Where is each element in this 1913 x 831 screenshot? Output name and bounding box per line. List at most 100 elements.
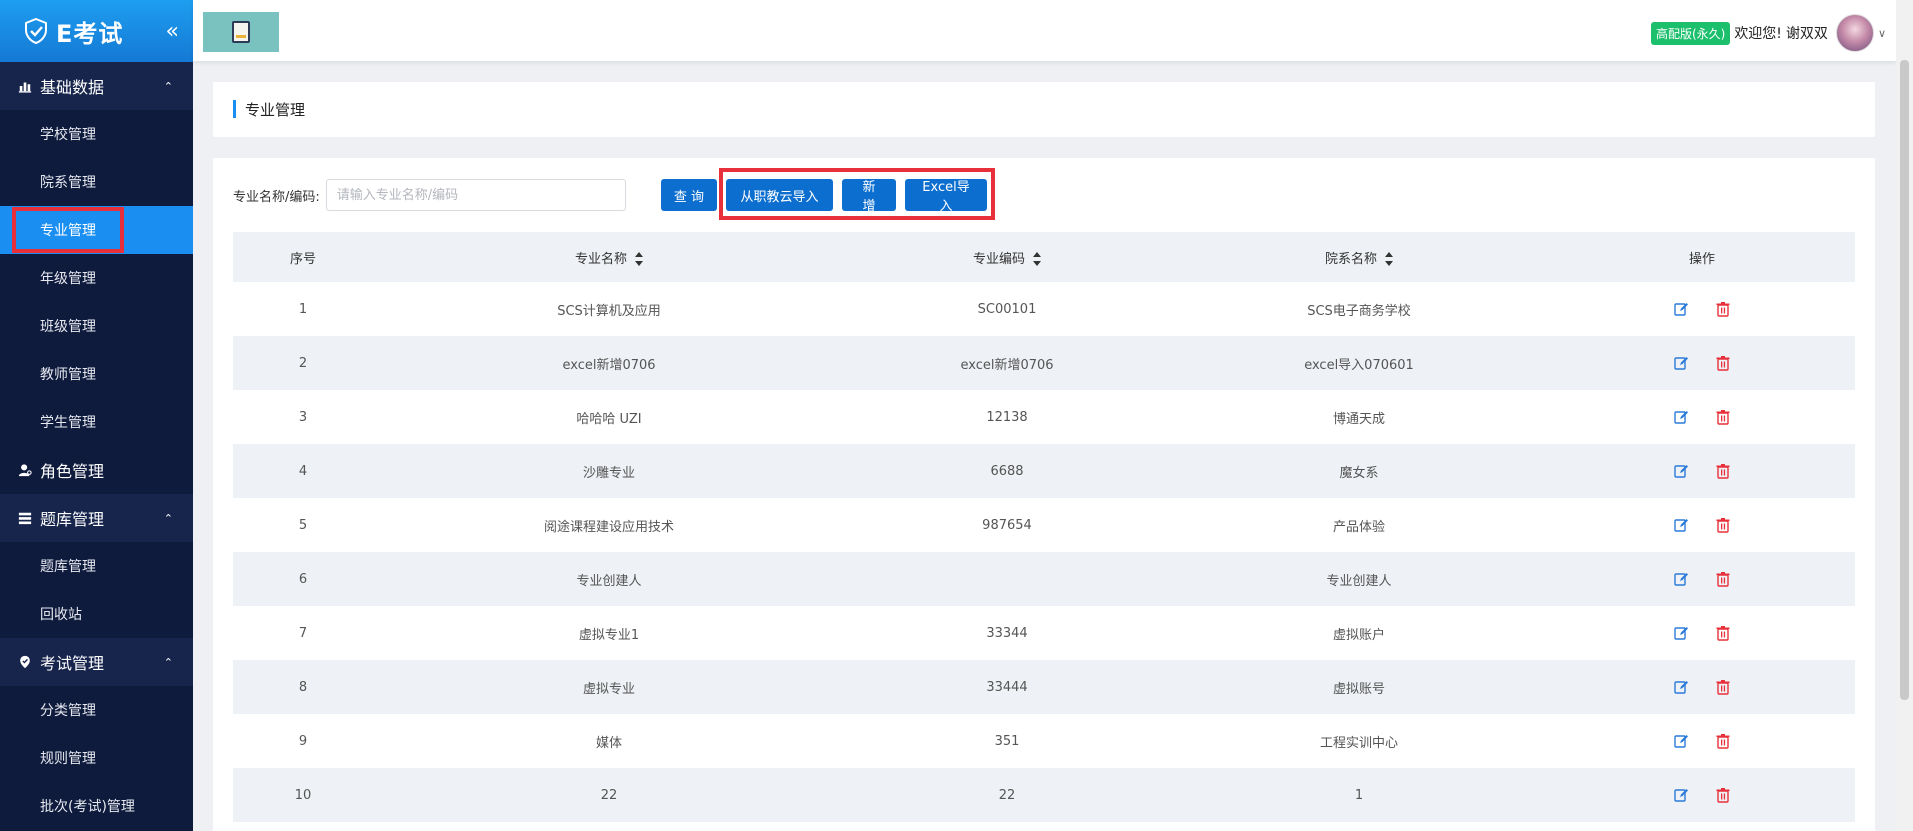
- sidebar-group-label: 题库管理: [40, 510, 105, 529]
- edit-icon[interactable]: [1673, 409, 1689, 425]
- sidebar-item[interactable]: 题库管理: [0, 542, 193, 590]
- edit-icon[interactable]: [1673, 571, 1689, 587]
- sidebar-item[interactable]: 班级管理: [0, 302, 193, 350]
- edit-icon[interactable]: [1673, 355, 1689, 371]
- search-input[interactable]: [325, 179, 626, 211]
- query-button[interactable]: 查 询: [661, 179, 717, 211]
- table-row: 10 22 22 1: [233, 768, 1855, 822]
- col-header-dept-label: 院系名称: [1324, 251, 1377, 267]
- table-row: 7 虚拟专业1 33344 虚拟账户: [233, 606, 1855, 660]
- cell-index: 10: [294, 787, 312, 803]
- trash-icon[interactable]: [1715, 625, 1731, 641]
- sidebar-group-1[interactable]: 角色管理: [0, 446, 193, 494]
- trash-icon[interactable]: [1715, 517, 1731, 533]
- edit-icon[interactable]: [1673, 463, 1689, 479]
- edit-icon[interactable]: [1673, 679, 1689, 695]
- trash-icon[interactable]: [1715, 571, 1731, 587]
- user-role-icon: [18, 462, 34, 478]
- cell-actions: [1549, 733, 1855, 749]
- chevron-up-icon: ⌃: [163, 79, 173, 93]
- sidebar-item[interactable]: 回收站: [0, 590, 193, 638]
- cell-code: 33344: [986, 625, 1028, 641]
- table-header: 序号 专业名称 专业编码 院系名称 操作: [233, 232, 1855, 282]
- cell-code: 987654: [982, 517, 1032, 533]
- sidebar-item[interactable]: 规则管理: [0, 734, 193, 782]
- import-from-cloud-button[interactable]: 从职教云导入: [726, 179, 833, 211]
- app-thumbnail[interactable]: [203, 12, 279, 52]
- col-header-index: 序号: [289, 251, 316, 267]
- location-pin-icon: [18, 654, 34, 670]
- table-row: 8 虚拟专业 33444 虚拟账号: [233, 660, 1855, 714]
- excel-import-button[interactable]: Excel导入: [905, 179, 987, 214]
- sidebar-group-0[interactable]: 基础数据 ⌃: [0, 62, 193, 110]
- cell-code: SC00101: [977, 301, 1037, 317]
- trash-icon[interactable]: [1715, 787, 1731, 803]
- cell-dept: SCS电子商务学校: [1307, 303, 1411, 319]
- col-header-actions: 操作: [1688, 251, 1715, 267]
- cell-code: 351: [994, 733, 1020, 749]
- cell-index: 3: [298, 409, 308, 425]
- scrollbar-thumb[interactable]: [1900, 60, 1909, 700]
- edit-icon[interactable]: [1673, 625, 1689, 641]
- sidebar-item[interactable]: 年级管理: [0, 254, 193, 302]
- sidebar-item[interactable]: 教师管理: [0, 350, 193, 398]
- sidebar-item[interactable]: 专业管理: [0, 206, 193, 254]
- trash-icon[interactable]: [1715, 733, 1731, 749]
- cell-actions: [1549, 409, 1855, 425]
- brand-logo: E考试 «: [0, 0, 193, 62]
- chevron-down-icon[interactable]: ∨: [1878, 27, 1886, 40]
- cell-code: 6688: [990, 463, 1024, 479]
- cell-actions: [1549, 463, 1855, 479]
- list-icon: [18, 510, 34, 526]
- trash-icon[interactable]: [1715, 409, 1731, 425]
- cell-actions: [1549, 301, 1855, 317]
- sidebar-group-3[interactable]: 考试管理 ⌃: [0, 638, 193, 686]
- sidebar-item[interactable]: 学生管理: [0, 398, 193, 446]
- sort-icon[interactable]: [1385, 252, 1393, 266]
- trash-icon[interactable]: [1715, 355, 1731, 371]
- cell-actions: [1549, 787, 1855, 803]
- cell-name: 媒体: [595, 735, 622, 751]
- trash-icon[interactable]: [1715, 301, 1731, 317]
- sort-icon[interactable]: [635, 252, 643, 266]
- cell-name: 专业创建人: [576, 573, 642, 589]
- edit-icon[interactable]: [1673, 517, 1689, 533]
- sidebar-group-label: 考试管理: [40, 654, 105, 673]
- plan-badge: 高配版(永久): [1650, 21, 1731, 45]
- page-title-card: 专业管理: [213, 82, 1875, 137]
- sidebar-item[interactable]: 分类管理: [0, 686, 193, 734]
- sidebar-item[interactable]: 批次(考试)管理: [0, 782, 193, 830]
- trash-icon[interactable]: [1715, 679, 1731, 695]
- sidebar-item[interactable]: 学校管理: [0, 110, 193, 158]
- trash-icon[interactable]: [1715, 463, 1731, 479]
- table-row: 6 专业创建人 专业创建人: [233, 552, 1855, 606]
- add-button[interactable]: 新 增: [842, 179, 896, 214]
- cell-dept: 工程实训中心: [1319, 735, 1398, 751]
- shield-check-icon: [25, 17, 47, 45]
- sidebar-group-2[interactable]: 题库管理 ⌃: [0, 494, 193, 542]
- table-body: 1 SCS计算机及应用 SC00101 SCS电子商务学校 2 excel新增0706 ex…: [233, 282, 1855, 822]
- avatar[interactable]: [1835, 14, 1874, 52]
- sort-icon[interactable]: [1033, 252, 1041, 266]
- cell-index: 9: [298, 733, 308, 749]
- cell-actions: [1549, 355, 1855, 371]
- collapse-sidebar-icon[interactable]: «: [166, 19, 179, 44]
- col-header-dept[interactable]: 院系名称: [1169, 248, 1549, 267]
- cell-index: 5: [298, 517, 308, 533]
- cell-name: 哈哈哈 UZI: [576, 411, 642, 427]
- col-header-code[interactable]: 专业编码: [845, 248, 1169, 267]
- filter-bar: 专业名称/编码:: [233, 178, 626, 212]
- edit-icon[interactable]: [1673, 733, 1689, 749]
- cell-actions: [1549, 625, 1855, 641]
- cell-name: SCS计算机及应用: [557, 303, 661, 319]
- cell-code: excel新增0706: [960, 357, 1054, 373]
- sidebar-item[interactable]: 院系管理: [0, 158, 193, 206]
- cell-dept: 专业创建人: [1326, 573, 1392, 589]
- edit-icon[interactable]: [1673, 301, 1689, 317]
- user-area: 高配版(永久) 欢迎您! 谢双双 ∨: [1650, 14, 1886, 52]
- table-row: 3 哈哈哈 UZI 12138 博通天成: [233, 390, 1855, 444]
- page-scrollbar[interactable]: [1896, 0, 1913, 831]
- col-header-name[interactable]: 专业名称: [373, 248, 845, 267]
- edit-icon[interactable]: [1673, 787, 1689, 803]
- bar-chart-icon: [18, 78, 34, 94]
